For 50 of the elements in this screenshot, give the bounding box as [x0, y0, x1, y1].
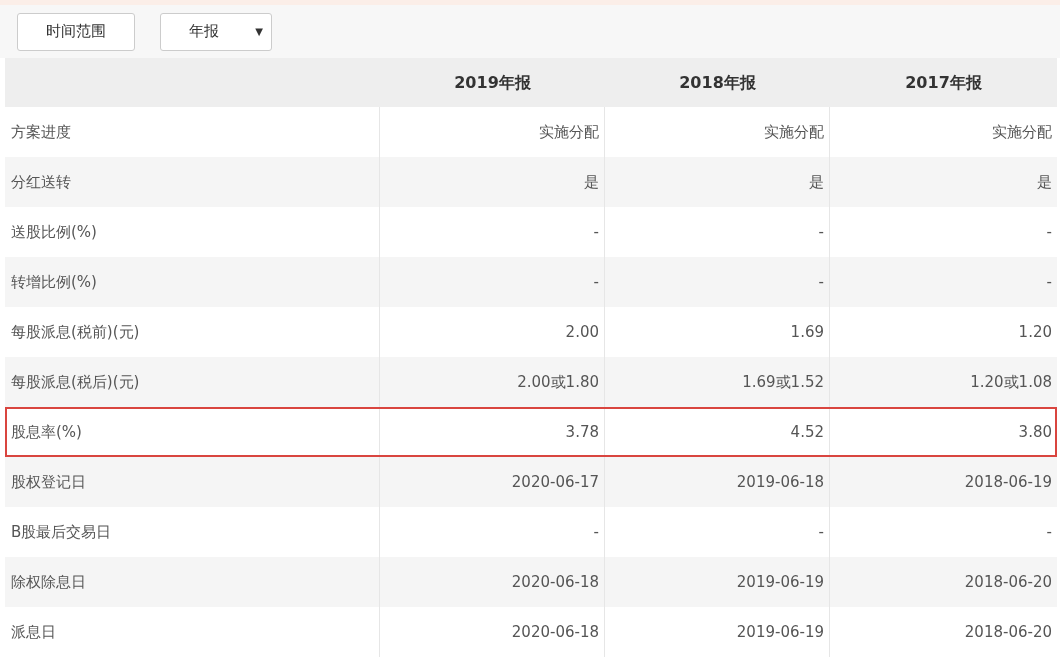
- table-cell-text: 3.78: [565, 421, 599, 443]
- table-cell-text: 1.20或1.08: [970, 371, 1052, 393]
- table-cell-text: -: [593, 271, 599, 293]
- table-cell-text: 2019-06-18: [736, 471, 824, 493]
- table-cell-text: 2020-06-18: [511, 571, 599, 593]
- column-header: 2019年报: [454, 71, 531, 94]
- row-label: 转增比例(%): [11, 271, 97, 293]
- column-header: 2017年报: [905, 71, 982, 94]
- row-label: 送股比例(%): [11, 221, 97, 243]
- table-cell-text: -: [818, 521, 824, 543]
- table-cell-text: 1.69: [790, 321, 824, 343]
- row-label: 方案进度: [11, 121, 71, 143]
- caret-icon: ▼: [255, 24, 263, 39]
- table-cell-text: 2019-06-19: [736, 621, 824, 643]
- table-cell-text: 3.80: [1018, 421, 1052, 443]
- table-cell-text: 2.00: [565, 321, 599, 343]
- row-label: 股权登记日: [11, 471, 86, 493]
- table-cell-text: 2018-06-19: [964, 471, 1052, 493]
- table-cell-text: 2020-06-18: [511, 621, 599, 643]
- row-label: 每股派息(税前)(元): [11, 321, 140, 343]
- time-range-button[interactable]: 时间范围: [17, 12, 135, 51]
- table-cell-text: 2018-06-20: [964, 621, 1052, 643]
- table-cell-text: -: [818, 221, 824, 243]
- table-cell-text: 2020-06-17: [511, 471, 599, 493]
- table-cell-text: -: [593, 221, 599, 243]
- period-dropdown[interactable]: 年报 ▼: [160, 12, 272, 51]
- table-cell-text: 是: [584, 171, 599, 193]
- table-cell-text: 2.00或1.80: [517, 371, 599, 393]
- table-cell-text: -: [818, 271, 824, 293]
- row-label: B股最后交易日: [11, 521, 112, 543]
- table-cell-text: 实施分配: [992, 121, 1052, 143]
- table-cell-text: -: [1046, 221, 1052, 243]
- table-cell-text: 实施分配: [539, 121, 599, 143]
- table-cell-text: 1.20: [1018, 321, 1052, 343]
- table-cell-text: 是: [809, 171, 824, 193]
- column-header: 2018年报: [679, 71, 756, 94]
- row-label: 每股派息(税后)(元): [11, 371, 140, 393]
- table-cell-text: 实施分配: [764, 121, 824, 143]
- table-cell-text: 1.69或1.52: [742, 371, 824, 393]
- table-cell-text: 4.52: [790, 421, 824, 443]
- row-label: 除权除息日: [11, 571, 86, 593]
- row-label: 派息日: [11, 621, 56, 643]
- table-cell-text: 2018-06-20: [964, 571, 1052, 593]
- table-cell-text: -: [1046, 521, 1052, 543]
- table-cell-text: 是: [1037, 171, 1052, 193]
- table-cell-text: 2019-06-19: [736, 571, 824, 593]
- row-label: 股息率(%): [11, 421, 82, 443]
- row-label: 分红送转: [11, 171, 71, 193]
- table-cell-text: -: [593, 521, 599, 543]
- table-cell-text: -: [1046, 271, 1052, 293]
